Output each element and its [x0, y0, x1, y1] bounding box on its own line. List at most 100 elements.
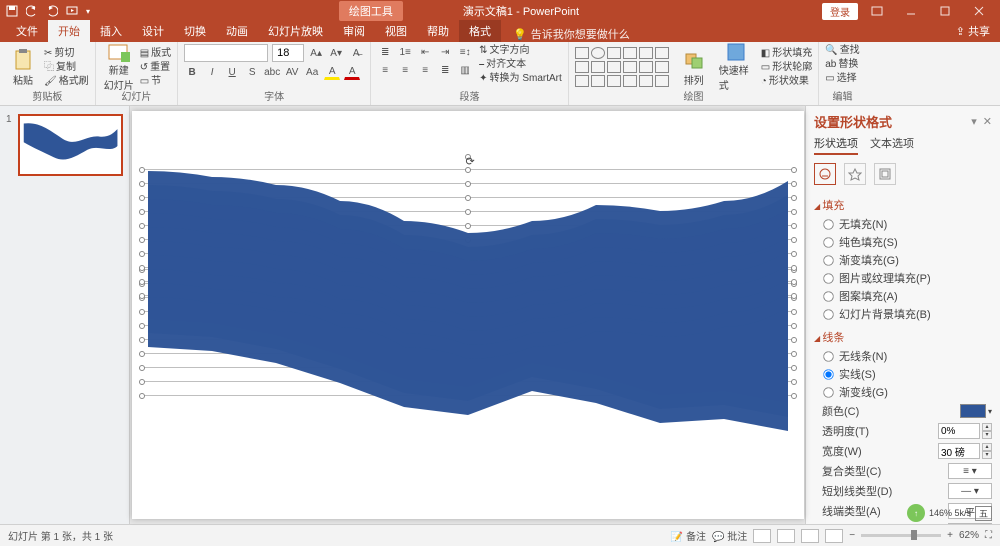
bullets-button[interactable]: ≣ [377, 44, 393, 60]
pane-close-icon[interactable]: ✕ [983, 115, 992, 128]
effects-icon[interactable] [844, 163, 866, 185]
indent-dec-button[interactable]: ⇤ [417, 44, 433, 60]
shrink-font-button[interactable]: A▾ [328, 45, 344, 61]
quick-styles-button[interactable]: 快速样式 [719, 44, 753, 90]
save-icon[interactable] [6, 5, 18, 17]
arrange-button[interactable]: 排列 [677, 44, 711, 90]
cut-button[interactable]: ✂剪切 [44, 47, 89, 60]
slide-canvas[interactable]: ⟳ [132, 111, 804, 519]
tab-home[interactable]: 开始 [48, 20, 90, 42]
copy-button[interactable]: ⿻复制 [44, 61, 89, 74]
tab-review[interactable]: 审阅 [333, 20, 375, 42]
comments-button[interactable]: 💬 批注 [712, 528, 747, 543]
tab-transitions[interactable]: 切换 [174, 20, 216, 42]
smartart-button[interactable]: ✦转换为 SmartArt [479, 72, 562, 85]
fill-slidebg[interactable]: 幻灯片背景填充(B) [814, 305, 992, 323]
bold-button[interactable]: B [184, 64, 200, 80]
subtab-shape-options[interactable]: 形状选项 [814, 135, 858, 155]
justify-button[interactable]: ≣ [437, 62, 453, 78]
strike-button[interactable]: S [244, 64, 260, 80]
tray-net-icon[interactable]: ↑ [907, 504, 925, 522]
tab-format[interactable]: 格式 [459, 20, 501, 42]
minimize-icon[interactable] [896, 0, 926, 22]
fill-gradient[interactable]: 渐变填充(G) [814, 251, 992, 269]
paste-button[interactable]: 粘贴 [6, 44, 40, 90]
reset-button[interactable]: ↺重置 [140, 61, 171, 74]
maximize-icon[interactable] [930, 0, 960, 22]
zoom-value[interactable]: 62% [959, 530, 979, 541]
normal-view-button[interactable] [753, 529, 771, 543]
layout-button[interactable]: ▤版式 [140, 47, 171, 60]
font-name-input[interactable] [184, 44, 268, 62]
fill-picture[interactable]: 图片或纹理填充(P) [814, 269, 992, 287]
highlight-button[interactable]: A [324, 64, 340, 80]
zoom-out-button[interactable]: − [849, 530, 855, 541]
tab-help[interactable]: 帮助 [417, 20, 459, 42]
line-none[interactable]: 无线条(N) [814, 347, 992, 365]
tray-ime[interactable]: 五 [975, 506, 992, 521]
tab-animations[interactable]: 动画 [216, 20, 258, 42]
redo-icon[interactable] [46, 5, 58, 17]
section-fill[interactable]: 填充 [814, 197, 992, 213]
fill-none[interactable]: 无填充(N) [814, 215, 992, 233]
share-button[interactable]: ⇪ 共享 [946, 20, 1000, 42]
section-button[interactable]: ▭节 [140, 75, 171, 88]
shape-effects-button[interactable]: ◔形状效果 [761, 75, 812, 88]
fill-line-icon[interactable] [814, 163, 836, 185]
columns-button[interactable]: ▥ [457, 62, 473, 78]
compound-dd[interactable]: ≡ ▾ [948, 463, 992, 479]
section-line[interactable]: 线条 [814, 329, 992, 345]
line-solid[interactable]: 实线(S) [814, 365, 992, 383]
fit-button[interactable]: ⛶ [985, 530, 992, 541]
spacing-button[interactable]: AV [284, 64, 300, 80]
indent-inc-button[interactable]: ⇥ [437, 44, 453, 60]
italic-button[interactable]: I [204, 64, 220, 80]
wave-shapes[interactable] [132, 111, 804, 519]
align-right-button[interactable]: ≡ [417, 62, 433, 78]
text-direction-button[interactable]: ⇅文字方向 [479, 44, 562, 57]
clear-format-button[interactable]: A̶ [348, 45, 364, 61]
shape-fill-button[interactable]: ◧形状填充 [761, 47, 812, 60]
login-button[interactable]: 登录 [822, 3, 858, 20]
tab-slideshow[interactable]: 幻灯片放映 [258, 20, 333, 42]
color-swatch[interactable] [960, 404, 986, 418]
zoom-slider[interactable] [861, 534, 941, 537]
sorter-view-button[interactable] [777, 529, 795, 543]
font-size-input[interactable] [272, 44, 304, 62]
align-left-button[interactable]: ≡ [377, 62, 393, 78]
transparency-input[interactable] [938, 423, 980, 439]
tab-insert[interactable]: 插入 [90, 20, 132, 42]
case-button[interactable]: Aa [304, 64, 320, 80]
slideshow-view-button[interactable] [825, 529, 843, 543]
shadow-button[interactable]: abc [264, 64, 280, 80]
select-button[interactable]: ▭选择 [825, 72, 859, 85]
line-spacing-button[interactable]: ≡↕ [457, 44, 473, 60]
ribbon-options-icon[interactable] [862, 0, 892, 22]
shape-gallery[interactable] [575, 47, 669, 87]
numbering-button[interactable]: 1≡ [397, 44, 413, 60]
align-text-button[interactable]: ⎯对齐文本 [479, 58, 562, 71]
underline-button[interactable]: U [224, 64, 240, 80]
replace-button[interactable]: ab替换 [825, 58, 859, 71]
join-dd[interactable]: 斜角 [948, 523, 992, 524]
tab-design[interactable]: 设计 [132, 20, 174, 42]
dash-dd[interactable]: — ▾ [948, 483, 992, 499]
tab-view[interactable]: 视图 [375, 20, 417, 42]
grow-font-button[interactable]: A▴ [308, 45, 324, 61]
pane-dropdown-icon[interactable]: ▾ [971, 115, 977, 128]
size-props-icon[interactable] [874, 163, 896, 185]
zoom-in-button[interactable]: + [947, 530, 953, 541]
slide-editor[interactable]: ⟳ [130, 106, 805, 524]
new-slide-button[interactable]: 新建 幻灯片 [102, 44, 136, 90]
qat-more-icon[interactable]: ▾ [86, 7, 90, 16]
close-icon[interactable] [964, 0, 994, 22]
format-painter-button[interactable]: 🖌格式刷 [44, 75, 89, 88]
align-center-button[interactable]: ≡ [397, 62, 413, 78]
fill-solid[interactable]: 纯色填充(S) [814, 233, 992, 251]
notes-button[interactable]: 📝 备注 [671, 528, 706, 543]
font-color-button[interactable]: A [344, 64, 360, 80]
tell-me[interactable]: 💡 告诉我你想要做什么 [513, 26, 630, 42]
shape-outline-button[interactable]: ▭形状轮廓 [761, 61, 812, 74]
slide-thumb-1[interactable]: 1 [6, 114, 123, 176]
subtab-text-options[interactable]: 文本选项 [870, 135, 914, 155]
